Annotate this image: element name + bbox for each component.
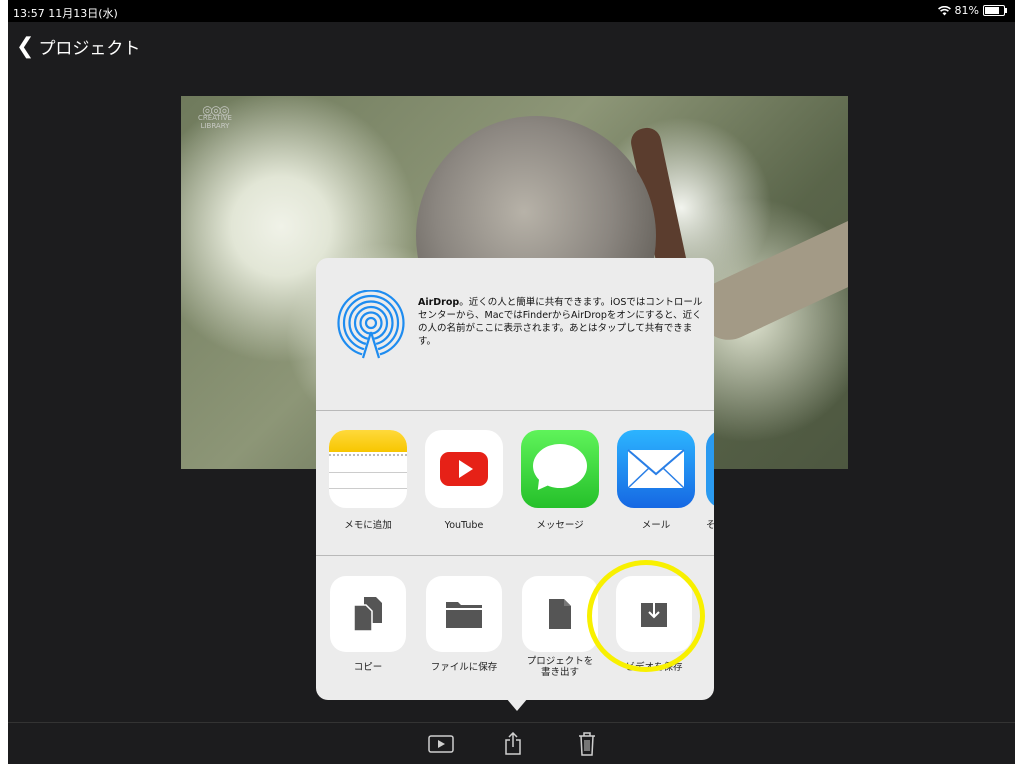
airdrop-section: AirDrop。近くの人と簡単に共有できます。iOSではコントロールセンターから… [316,258,714,410]
popover-arrow [506,698,528,711]
divider [316,555,714,556]
video-watermark-logo: ◎◎◎ CREATIVE LIBRARY [198,103,232,130]
trash-icon [579,732,595,756]
action-label: プロジェクトを 書き出す [526,656,594,678]
battery-percent: 81% [954,4,979,17]
airdrop-icon [337,290,405,360]
share-app-label: YouTube [444,520,484,531]
share-icon [505,732,521,755]
share-actions-row: コピー ファイルに保存 プロジェクトを 書き出す ビデオを保存 [316,576,714,696]
share-app-label: メモに追加 [344,520,392,531]
airdrop-description: AirDrop。近くの人と簡単に共有できます。iOSではコントロールセンターから… [418,296,704,348]
play-button[interactable] [428,733,454,755]
share-app-label: メール [641,520,671,531]
folder-icon [426,576,502,652]
share-app-label: そ [706,520,714,531]
envelope-icon [627,449,685,489]
messages-icon [521,430,599,508]
status-time: 13:57 11月13日(水) [13,7,118,20]
copy-icon [330,576,406,652]
play-icon [428,735,454,753]
share-app-youtube[interactable]: YouTube [424,430,504,532]
notes-icon [329,430,407,508]
save-video-icon [616,576,692,652]
action-label: ビデオを保存 [625,662,683,673]
airdrop-body: 。近くの人と簡単に共有できます。iOSではコントロールセンターから、MacではF… [418,297,703,347]
action-save-to-files[interactable]: ファイルに保存 [424,576,504,673]
delete-button[interactable] [574,732,600,756]
back-button[interactable]: ❮ プロジェクト [16,34,140,59]
bottom-toolbar [8,722,1015,764]
share-app-notes[interactable]: メモに追加 [328,430,408,532]
nav-bar: ❮ プロジェクト [8,22,1015,72]
action-copy[interactable]: コピー [328,576,408,673]
chevron-left-icon: ❮ [16,33,35,59]
more-icon [706,430,714,508]
share-sheet: AirDrop。近くの人と簡単に共有できます。iOSではコントロールセンターから… [316,258,714,700]
back-label: プロジェクト [38,39,141,59]
action-label: ファイルに保存 [430,662,498,673]
share-button[interactable] [500,732,526,755]
share-app-more[interactable]: そ [706,430,714,532]
action-export-project[interactable]: プロジェクトを 書き出す [520,576,600,678]
mail-icon [617,430,695,508]
divider [316,410,714,411]
share-app-label: メッセージ [536,520,584,531]
ipad-screen: 13:57 11月13日(水) 81% ❮ プロジェクト ◎◎◎ CREATIV… [8,0,1015,764]
share-app-messages[interactable]: メッセージ [520,430,600,532]
action-label: コピー [353,662,383,673]
airdrop-title: AirDrop [418,297,460,308]
battery-icon [983,5,1007,16]
youtube-icon [425,430,503,508]
document-icon [522,576,598,652]
action-save-video[interactable]: ビデオを保存 [614,576,694,673]
status-bar: 13:57 11月13日(水) 81% [8,0,1015,22]
wifi-icon [937,5,951,15]
share-apps-row: メモに追加 YouTube メッセージ メール そ [316,430,714,558]
status-right: 81% [937,4,1007,17]
share-app-mail[interactable]: メール [616,430,696,532]
